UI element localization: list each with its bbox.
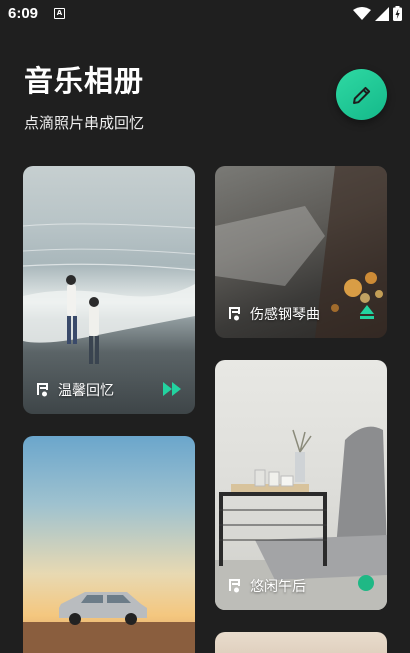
status-bar: 6:09 A [0,0,410,28]
album-title: 悠闲午后 [250,579,306,595]
living-room-image [215,426,387,610]
album-label: 悠闲午后 [227,576,306,596]
green-dot-icon [358,575,374,591]
pencil-icon [352,86,370,104]
album-card-sad-piano[interactable]: 伤感钢琴曲 [215,166,387,338]
page-subtitle: 点滴照片串成回忆 [24,114,145,132]
upload-button[interactable] [359,304,375,324]
music-note-icon [229,307,240,321]
album-title: 伤感钢琴曲 [250,307,320,323]
eject-icon [360,305,374,319]
play-button[interactable] [163,381,183,400]
fast-forward-icon [163,382,181,396]
sunset-car-image [23,592,195,653]
status-icons [353,6,402,21]
status-time: 6:09 [8,5,39,22]
album-label: 温馨回忆 [35,380,114,400]
battery-icon [393,6,402,21]
music-note-icon [37,383,48,397]
seaside-walk-image [23,223,195,364]
edit-button[interactable] [336,69,387,120]
album-card-partial[interactable] [215,632,387,653]
album-card-warm-memories[interactable]: 温馨回忆 [23,166,195,414]
album-card-sunset[interactable] [23,436,195,653]
page-title: 音乐相册 [24,64,145,98]
music-note-icon [229,579,240,593]
signal-icon [375,6,389,21]
album-card-leisurely-afternoon[interactable]: 悠闲午后 [215,360,387,610]
status-button[interactable] [357,574,375,596]
album-label: 伤感钢琴曲 [227,304,320,324]
wifi-icon [353,6,371,20]
album-title: 温馨回忆 [58,383,114,399]
notification-a-icon: A [54,8,65,19]
